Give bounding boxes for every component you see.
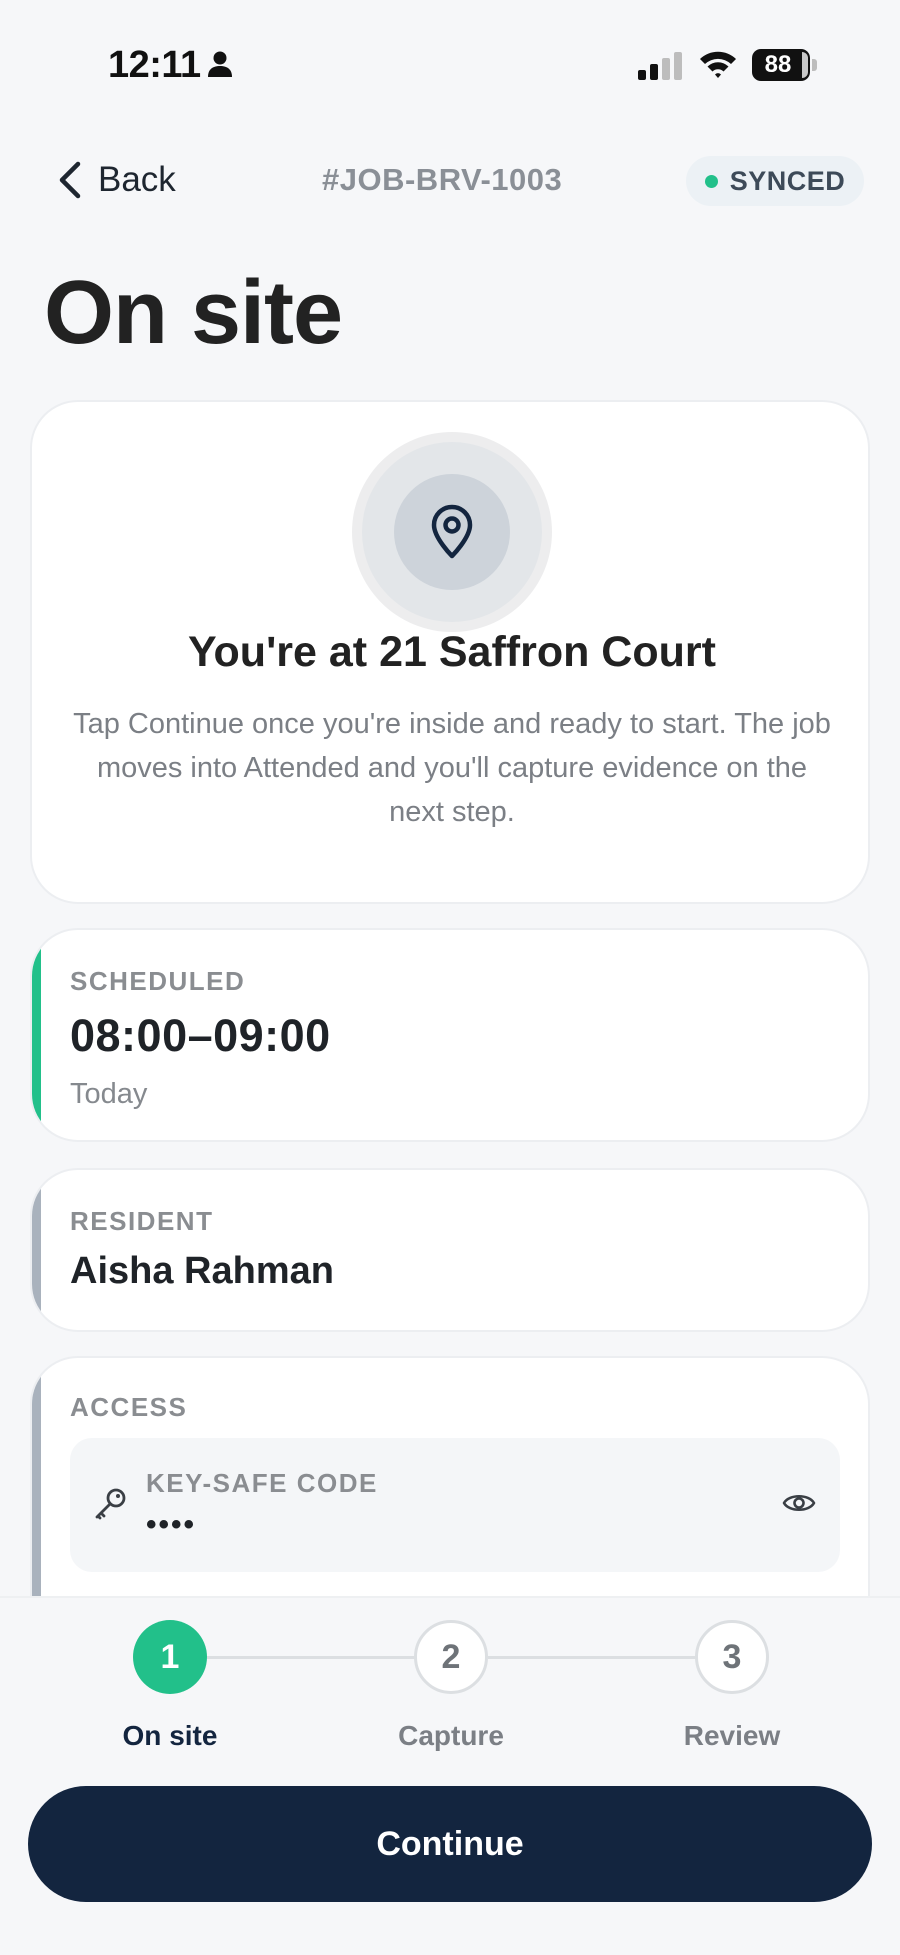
resident-accent-bar — [32, 1170, 41, 1330]
access-card: ACCESS KEY-SAFE CODE •••• — [30, 1356, 870, 1606]
schedule-label: SCHEDULED — [70, 966, 246, 996]
step-2-indicator: 2 — [414, 1620, 488, 1694]
resident-card: RESIDENT Aisha Rahman — [30, 1168, 870, 1332]
schedule-time-range: 08:00–09:00 — [70, 1010, 331, 1061]
location-badge — [394, 474, 510, 590]
resident-label: RESIDENT — [70, 1206, 214, 1236]
continue-button[interactable]: Continue — [28, 1786, 872, 1902]
location-card: You're at 21 Saffron Court Tap Continue … — [30, 400, 870, 904]
resident-name: Aisha Rahman — [70, 1250, 334, 1292]
location-title: You're at 21 Saffron Court — [188, 628, 716, 676]
wifi-icon — [700, 51, 736, 78]
back-button[interactable]: Back — [56, 156, 176, 204]
cellular-signal-icon — [638, 52, 682, 80]
keysafe-field: KEY-SAFE CODE •••• — [70, 1438, 840, 1572]
step-2-label: Capture — [398, 1720, 504, 1751]
status-bar: 12:11 88 — [0, 0, 900, 130]
keysafe-code: •••• — [146, 1508, 197, 1541]
eye-icon[interactable] — [782, 1490, 816, 1516]
schedule-card: SCHEDULED 08:00–09:00 Today — [30, 928, 870, 1142]
sync-dot-icon — [704, 174, 718, 188]
stepper-connector — [488, 1656, 698, 1659]
bottom-action-panel: 1 2 3 On site Capture Review Continue — [0, 1596, 900, 1955]
access-label: ACCESS — [70, 1392, 188, 1422]
battery-level: 88 — [764, 51, 792, 78]
schedule-day: Today — [70, 1078, 148, 1110]
person-icon — [208, 51, 232, 77]
key-icon — [95, 1488, 126, 1520]
location-description: Tap Continue once you're inside and read… — [73, 708, 831, 828]
chevron-left-icon — [59, 161, 81, 199]
step-1-label: On site — [122, 1720, 218, 1751]
sync-status-badge: SYNCED — [686, 156, 864, 206]
step-1-indicator: 1 — [133, 1620, 207, 1694]
sync-status-label: SYNCED — [729, 165, 846, 196]
step-3-label: Review — [683, 1720, 781, 1751]
step-3-indicator: 3 — [695, 1620, 769, 1694]
access-accent-bar — [32, 1358, 41, 1606]
schedule-accent-bar — [32, 930, 41, 1140]
map-pin-icon — [431, 504, 473, 559]
battery-indicator: 88 — [752, 49, 818, 81]
stepper-connector — [207, 1656, 417, 1659]
back-label: Back — [98, 160, 176, 199]
page-title: On site — [44, 263, 343, 363]
keysafe-label: KEY-SAFE CODE — [146, 1468, 378, 1498]
job-id: #JOB-BRV-1003 — [322, 162, 563, 197]
status-time: 12:11 — [108, 44, 201, 86]
